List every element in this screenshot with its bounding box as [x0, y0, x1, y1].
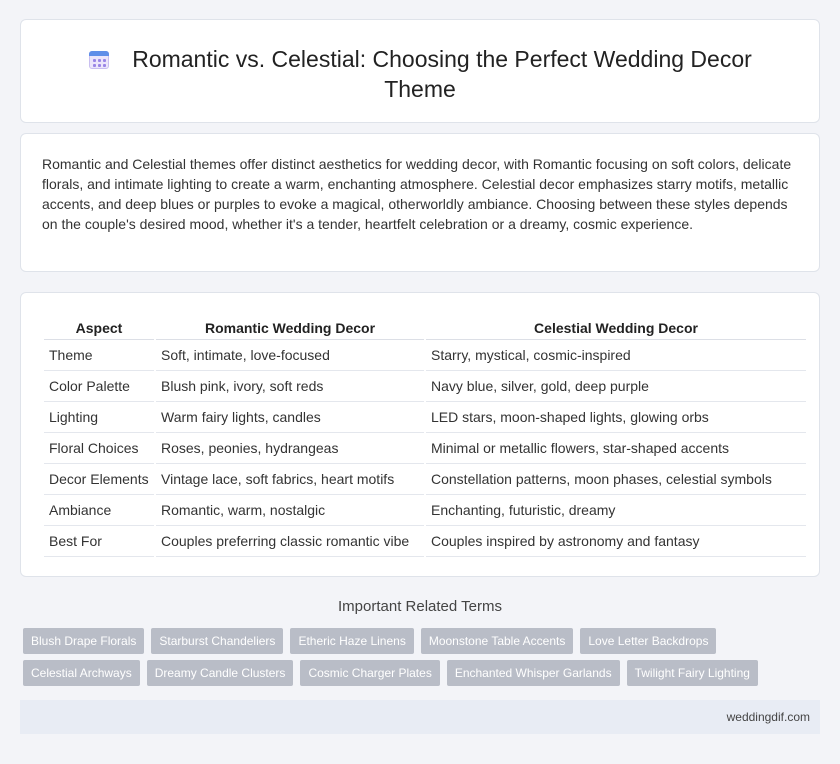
table-cell: Warm fairy lights, candles: [156, 402, 424, 433]
table-row: Color Palette Blush pink, ivory, soft re…: [44, 371, 806, 402]
table-cell: Couples preferring classic romantic vibe: [156, 526, 424, 557]
table-cell: Ambiance: [44, 495, 154, 526]
table-cell: Starry, mystical, cosmic-inspired: [426, 340, 806, 371]
table-row: Lighting Warm fairy lights, candles LED …: [44, 402, 806, 433]
page-title-text: Romantic vs. Celestial: Choosing the Per…: [132, 46, 752, 102]
calendar-icon: [88, 48, 110, 70]
term-tag[interactable]: Starburst Chandeliers: [151, 628, 284, 654]
term-tag[interactable]: Cosmic Charger Plates: [300, 660, 440, 686]
footer: weddingdif.com: [20, 700, 820, 734]
tag-row: Blush Drape Florals Starburst Chandelier…: [23, 628, 783, 654]
table-cell: Vintage lace, soft fabrics, heart motifs: [156, 464, 424, 495]
term-tag[interactable]: Moonstone Table Accents: [420, 628, 574, 654]
table-cell: Soft, intimate, love-focused: [156, 340, 424, 371]
table-cell: Lighting: [44, 402, 154, 433]
intro-card: Romantic and Celestial themes offer dist…: [20, 133, 820, 272]
table-row: Theme Soft, intimate, love-focused Starr…: [44, 340, 806, 371]
table-cell: Minimal or metallic flowers, star-shaped…: [426, 433, 806, 464]
table-cell: Floral Choices: [44, 433, 154, 464]
table-cell: Best For: [44, 526, 154, 557]
intro-paragraph: Romantic and Celestial themes offer dist…: [42, 156, 792, 232]
table-cell: Roses, peonies, hydrangeas: [156, 433, 424, 464]
table-cell: Constellation patterns, moon phases, cel…: [426, 464, 806, 495]
table-cell: Enchanting, futuristic, dreamy: [426, 495, 806, 526]
page-title: Romantic vs. Celestial: Choosing the Per…: [21, 44, 819, 104]
table-header-row: Aspect Romantic Wedding Decor Celestial …: [44, 316, 806, 340]
table-cell: Blush pink, ivory, soft reds: [156, 371, 424, 402]
table-cell: Romantic, warm, nostalgic: [156, 495, 424, 526]
table-row: Decor Elements Vintage lace, soft fabric…: [44, 464, 806, 495]
table-cell: Color Palette: [44, 371, 154, 402]
related-terms-heading: Important Related Terms: [338, 598, 502, 615]
term-tag[interactable]: Blush Drape Florals: [23, 628, 145, 654]
term-tag[interactable]: Celestial Archways: [23, 660, 140, 686]
related-terms-tags: Blush Drape Florals Starburst Chandelier…: [23, 628, 783, 692]
table-cell: Navy blue, silver, gold, deep purple: [426, 371, 806, 402]
title-card: Romantic vs. Celestial: Choosing the Per…: [20, 19, 820, 123]
table-row: Floral Choices Roses, peonies, hydrangea…: [44, 433, 806, 464]
column-header-aspect: Aspect: [44, 316, 154, 340]
tag-row: Celestial Archways Dreamy Candle Cluster…: [23, 660, 783, 686]
term-tag[interactable]: Twilight Fairy Lighting: [626, 660, 758, 686]
comparison-table: Aspect Romantic Wedding Decor Celestial …: [42, 316, 808, 557]
term-tag[interactable]: Love Letter Backdrops: [580, 628, 717, 654]
term-tag[interactable]: Dreamy Candle Clusters: [146, 660, 294, 686]
term-tag[interactable]: Etheric Haze Linens: [290, 628, 414, 654]
table-row: Ambiance Romantic, warm, nostalgic Encha…: [44, 495, 806, 526]
table-cell: Theme: [44, 340, 154, 371]
term-tag[interactable]: Enchanted Whisper Garlands: [446, 660, 620, 686]
column-header-romantic: Romantic Wedding Decor: [156, 316, 424, 340]
table-cell: Couples inspired by astronomy and fantas…: [426, 526, 806, 557]
column-header-celestial: Celestial Wedding Decor: [426, 316, 806, 340]
table-cell: LED stars, moon-shaped lights, glowing o…: [426, 402, 806, 433]
table-cell: Decor Elements: [44, 464, 154, 495]
comparison-card: Aspect Romantic Wedding Decor Celestial …: [20, 292, 820, 577]
footer-site-name[interactable]: weddingdif.com: [727, 710, 810, 724]
table-row: Best For Couples preferring classic roma…: [44, 526, 806, 557]
